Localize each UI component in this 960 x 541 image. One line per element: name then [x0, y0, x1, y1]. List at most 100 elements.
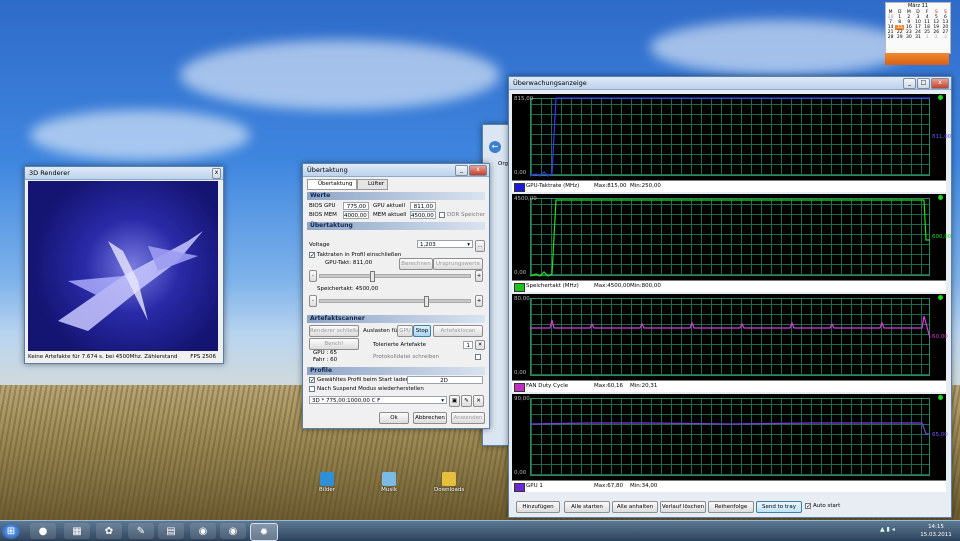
bios-gpu-field: 775,00 — [343, 202, 369, 210]
cloud — [650, 20, 910, 75]
overclock-tool-icon[interactable]: ✹ — [250, 523, 278, 541]
stop-button[interactable]: Stop — [413, 325, 431, 337]
profile-select[interactable]: 3D * 775,00:1000,00 C F ▾ — [309, 396, 447, 404]
folder-icon — [442, 472, 456, 486]
document-icon[interactable]: ▤ — [158, 523, 184, 539]
tab-luefter[interactable]: Lüfter — [357, 179, 389, 190]
verlauf-loeschen-button[interactable]: Verlauf löschen — [660, 501, 706, 513]
legend-label: Speichertakt (MHz) — [526, 283, 579, 289]
edit-profile-icon[interactable]: ✎ — [461, 395, 472, 407]
maximize-icon[interactable]: □ — [917, 78, 930, 89]
mem-aktuell-field: 4500,00 — [410, 211, 436, 219]
reihenfolge-button[interactable]: Reihenfolge — [708, 501, 754, 513]
ok-button[interactable]: Ok — [379, 412, 409, 424]
start-profile-field[interactable]: 2D — [407, 376, 483, 384]
renderer-titlebar[interactable]: 3D Renderer x — [25, 167, 223, 180]
bench-button[interactable]: Bench! — [309, 338, 359, 350]
nach-suspend-checkbox[interactable] — [309, 386, 315, 392]
status-indicator-icon — [938, 95, 943, 100]
mem-aktuell-label: MEM aktuell — [373, 212, 407, 218]
firefox-icon[interactable]: ● — [30, 523, 56, 539]
calendar-day[interactable]: 3 — [941, 35, 950, 40]
speichertakt-slider[interactable] — [319, 296, 471, 307]
gewaehltes-profil-checkbox[interactable]: ✓ — [309, 377, 315, 384]
taskbar: ⊞ ● ▦ ✿ ✎ ▤ ◉ ◉ ✹ ▲ ▮ ◂ 14:15 15.03.2011 — [0, 520, 960, 541]
taktraten-checkbox[interactable]: ✓ — [309, 252, 315, 259]
clock-time: 14:15 — [928, 524, 944, 530]
legend-max: Max:4500,00 — [594, 283, 630, 289]
start-button-icon[interactable]: ⊞ — [2, 523, 20, 539]
desktop-icon-downloads[interactable]: Downloads — [434, 472, 464, 493]
abbrechen-button[interactable]: Abbrechen — [413, 412, 447, 424]
chat-icon[interactable]: ◉ — [190, 523, 216, 539]
nach-suspend-label: Nach Suspend Modus wiederherstellen — [317, 386, 424, 392]
ddr-label: DDR Speicher — [447, 212, 486, 218]
calendar-gadget[interactable]: März 11 M D M D F S S 28 1 2 3 4 5 6 7 8 9 10 11 12 1… — [885, 2, 951, 54]
renderer-schliessen-button[interactable]: Renderer schließen — [309, 325, 359, 337]
music-icon — [382, 472, 396, 486]
calendar-day[interactable]: 30 — [904, 35, 913, 40]
tray-icons[interactable]: ▲ ▮ ◂ — [880, 526, 910, 536]
speichertakt-decrement-button[interactable]: - — [309, 295, 317, 307]
overclock-titlebar[interactable]: Übertaktung _ x — [303, 164, 489, 177]
gpu-button[interactable]: GPU — [397, 325, 413, 337]
ursprungswerte-button[interactable]: Ursprungswerte — [433, 258, 483, 270]
speichertakt-slider-thumb[interactable] — [424, 296, 429, 307]
calendar-day[interactable]: 28 — [886, 35, 895, 40]
alle-starten-button[interactable]: Alle starten — [564, 501, 610, 513]
window-title: Überwachungsanzeige — [513, 79, 587, 87]
clock[interactable]: 14:15 15.03.2011 — [914, 523, 958, 539]
fan-temp-label: Fahr : 60 — [313, 357, 338, 363]
voltage-select[interactable]: 1,203 ▾ — [417, 240, 473, 248]
speichertakt-increment-button[interactable]: + — [475, 295, 483, 307]
gewaehltes-profil-label: Gewähltes Profil beim Start laden — [317, 377, 410, 383]
desktop-icon-musik[interactable]: Musik — [374, 472, 404, 493]
calendar-day[interactable]: 2 — [932, 35, 941, 40]
anwenden-button[interactable]: Anwenden — [451, 412, 485, 424]
status-indicator-icon — [938, 295, 943, 300]
minimize-icon[interactable]: _ — [455, 165, 468, 176]
voltage-more-button[interactable]: ... — [475, 240, 485, 252]
status-indicator-icon — [938, 395, 943, 400]
tool-icon[interactable]: ✎ — [128, 523, 154, 539]
app-icon[interactable]: ✿ — [96, 523, 122, 539]
gpu-takt-decrement-button[interactable]: - — [309, 270, 317, 282]
overclock-window[interactable]: Übertaktung _ x Übertaktung Lüfter Werte… — [302, 163, 490, 429]
gpu-takt-slider[interactable] — [319, 271, 471, 282]
profile-select-value: 3D * 775,00:1000,00 C F — [312, 398, 381, 404]
tolerierte-reset-icon[interactable]: ✕ — [475, 340, 485, 350]
ddr-checkbox[interactable] — [439, 212, 445, 218]
artefaktscan-button[interactable]: Artefaktscan — [433, 325, 483, 337]
desktop-icon-label: Musik — [381, 487, 397, 493]
send-to-tray-button[interactable]: Send to tray — [756, 501, 802, 513]
protokoll-label: Protokolldatei schreiben — [373, 354, 440, 360]
calendar-day[interactable]: 1 — [923, 35, 932, 40]
calendar-day[interactable]: 29 — [895, 35, 904, 40]
minimize-icon[interactable]: _ — [903, 78, 916, 89]
explorer-icon[interactable]: ▦ — [64, 523, 90, 539]
back-icon[interactable]: ← — [489, 141, 501, 153]
calendar-bottom-deco — [885, 53, 949, 65]
hinzufuegen-button[interactable]: Hinzufügen — [516, 501, 560, 513]
calendar-day[interactable]: 31 — [913, 35, 922, 40]
tab-uebertaktung[interactable]: Übertaktung — [307, 179, 357, 190]
monitor-titlebar[interactable]: Überwachungsanzeige _ □ x — [509, 77, 951, 90]
uebertaktung-panel: Übertaktung — [307, 222, 485, 230]
protokoll-checkbox[interactable] — [475, 354, 481, 360]
save-profile-icon[interactable]: ▣ — [449, 395, 460, 407]
gpu-takt-increment-button[interactable]: + — [475, 270, 483, 282]
alle-anhalten-button[interactable]: Alle anhalten — [612, 501, 658, 513]
close-icon[interactable]: x — [212, 168, 221, 179]
close-icon[interactable]: x — [931, 78, 949, 89]
auslasten-label: Auslasten für — [363, 328, 400, 334]
delete-profile-icon[interactable]: ✕ — [473, 395, 484, 407]
berechnen-button[interactable]: Berechnen — [399, 258, 433, 270]
chevron-down-icon: ▾ — [467, 242, 470, 248]
gpu-takt-slider-thumb[interactable] — [370, 271, 375, 282]
desktop-icon-bilder[interactable]: Bilder — [312, 472, 342, 493]
autostart-checkbox[interactable]: ✓ — [805, 503, 811, 510]
renderer-window[interactable]: 3D Renderer x Keine Artefakte für 7.674 … — [24, 166, 224, 364]
tolerierte-field[interactable]: 1 — [463, 341, 473, 349]
close-icon[interactable]: x — [469, 165, 487, 176]
chat-icon[interactable]: ◉ — [220, 523, 246, 539]
